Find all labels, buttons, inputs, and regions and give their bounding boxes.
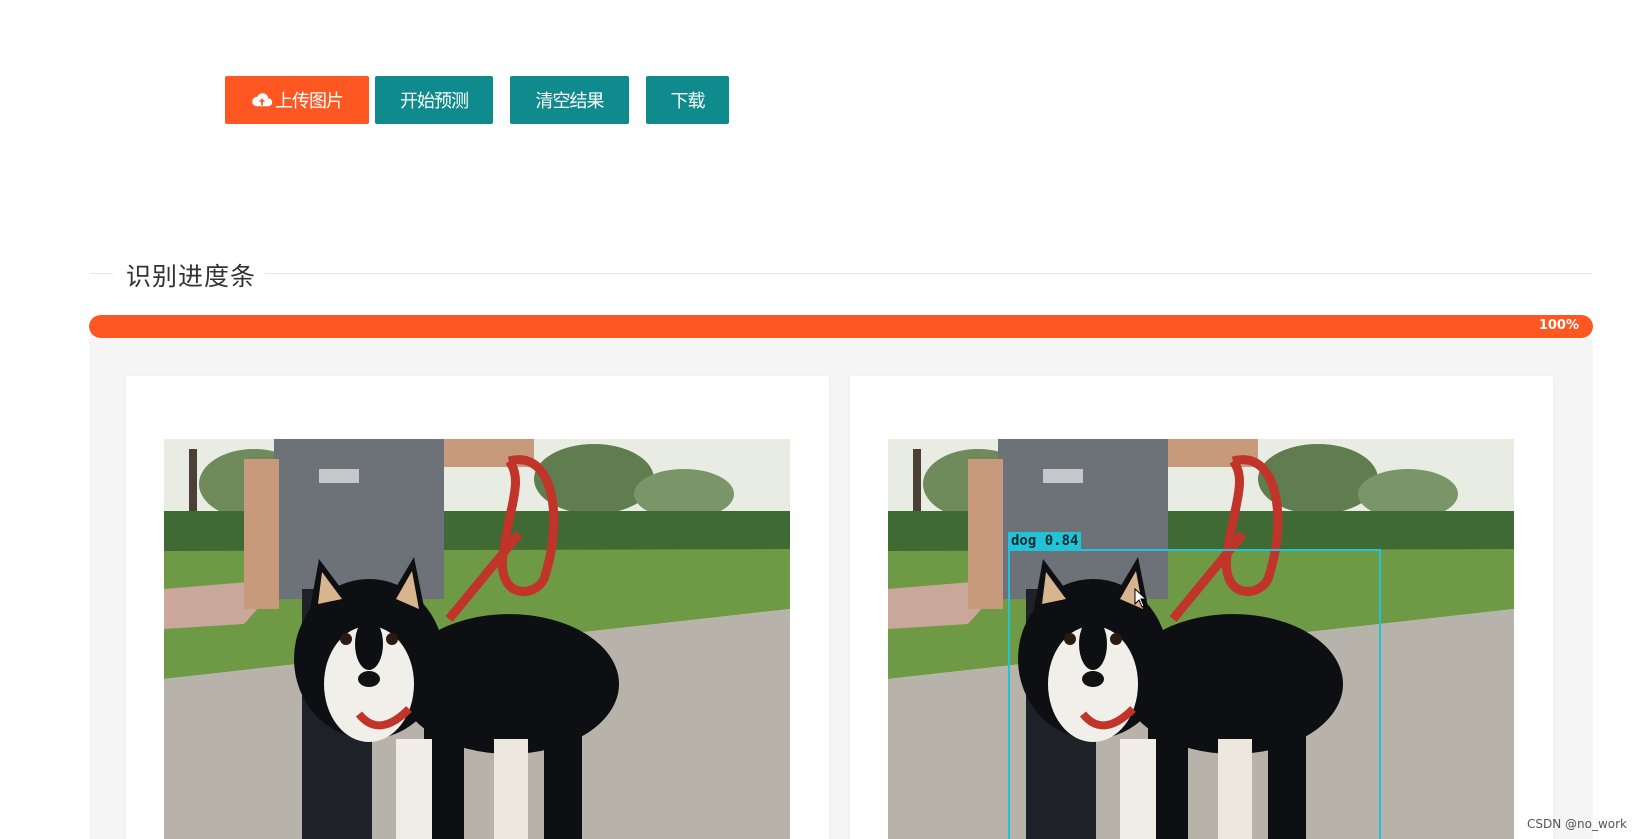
recognition-progress-bar: 100%: [89, 315, 1593, 338]
progress-fill: 100%: [89, 315, 1593, 338]
divider-line-left: [90, 273, 113, 274]
predicted-image: dog 0.84: [888, 439, 1514, 839]
watermark: CSDN @no_work: [1526, 817, 1627, 831]
dog-photo: [164, 439, 790, 839]
progress-section-title: 识别进度条: [126, 262, 257, 291]
clear-results-label: 清空结果: [535, 91, 605, 112]
upload-image-label: 上传图片: [275, 91, 344, 112]
progress-section-header: 识别进度条: [90, 254, 1592, 294]
detection-bounding-box: [1008, 549, 1381, 839]
download-label: 下载: [670, 91, 706, 112]
page: 上传图片 开始预测 清空结果 下载 识别进度条 100% dog 0.84 CS…: [0, 0, 1645, 839]
download-button[interactable]: 下载: [646, 76, 729, 124]
cloud-upload-icon: [252, 93, 273, 107]
mouse-cursor-icon: [1134, 588, 1148, 608]
start-predict-label: 开始预测: [400, 91, 469, 112]
predicted-image-card: dog 0.84: [850, 376, 1553, 839]
upload-image-button[interactable]: 上传图片: [225, 76, 369, 124]
clear-results-button[interactable]: 清空结果: [510, 76, 629, 124]
detection-label: dog 0.84: [1008, 532, 1082, 550]
toolbar: 上传图片 开始预测 清空结果 下载: [225, 76, 729, 124]
original-image: [164, 439, 790, 839]
original-image-card: [126, 376, 829, 839]
start-predict-button[interactable]: 开始预测: [375, 76, 493, 124]
progress-percent-text: 100%: [1538, 318, 1579, 333]
divider-line-right: [265, 273, 1592, 274]
results-area: dog 0.84: [89, 338, 1593, 839]
